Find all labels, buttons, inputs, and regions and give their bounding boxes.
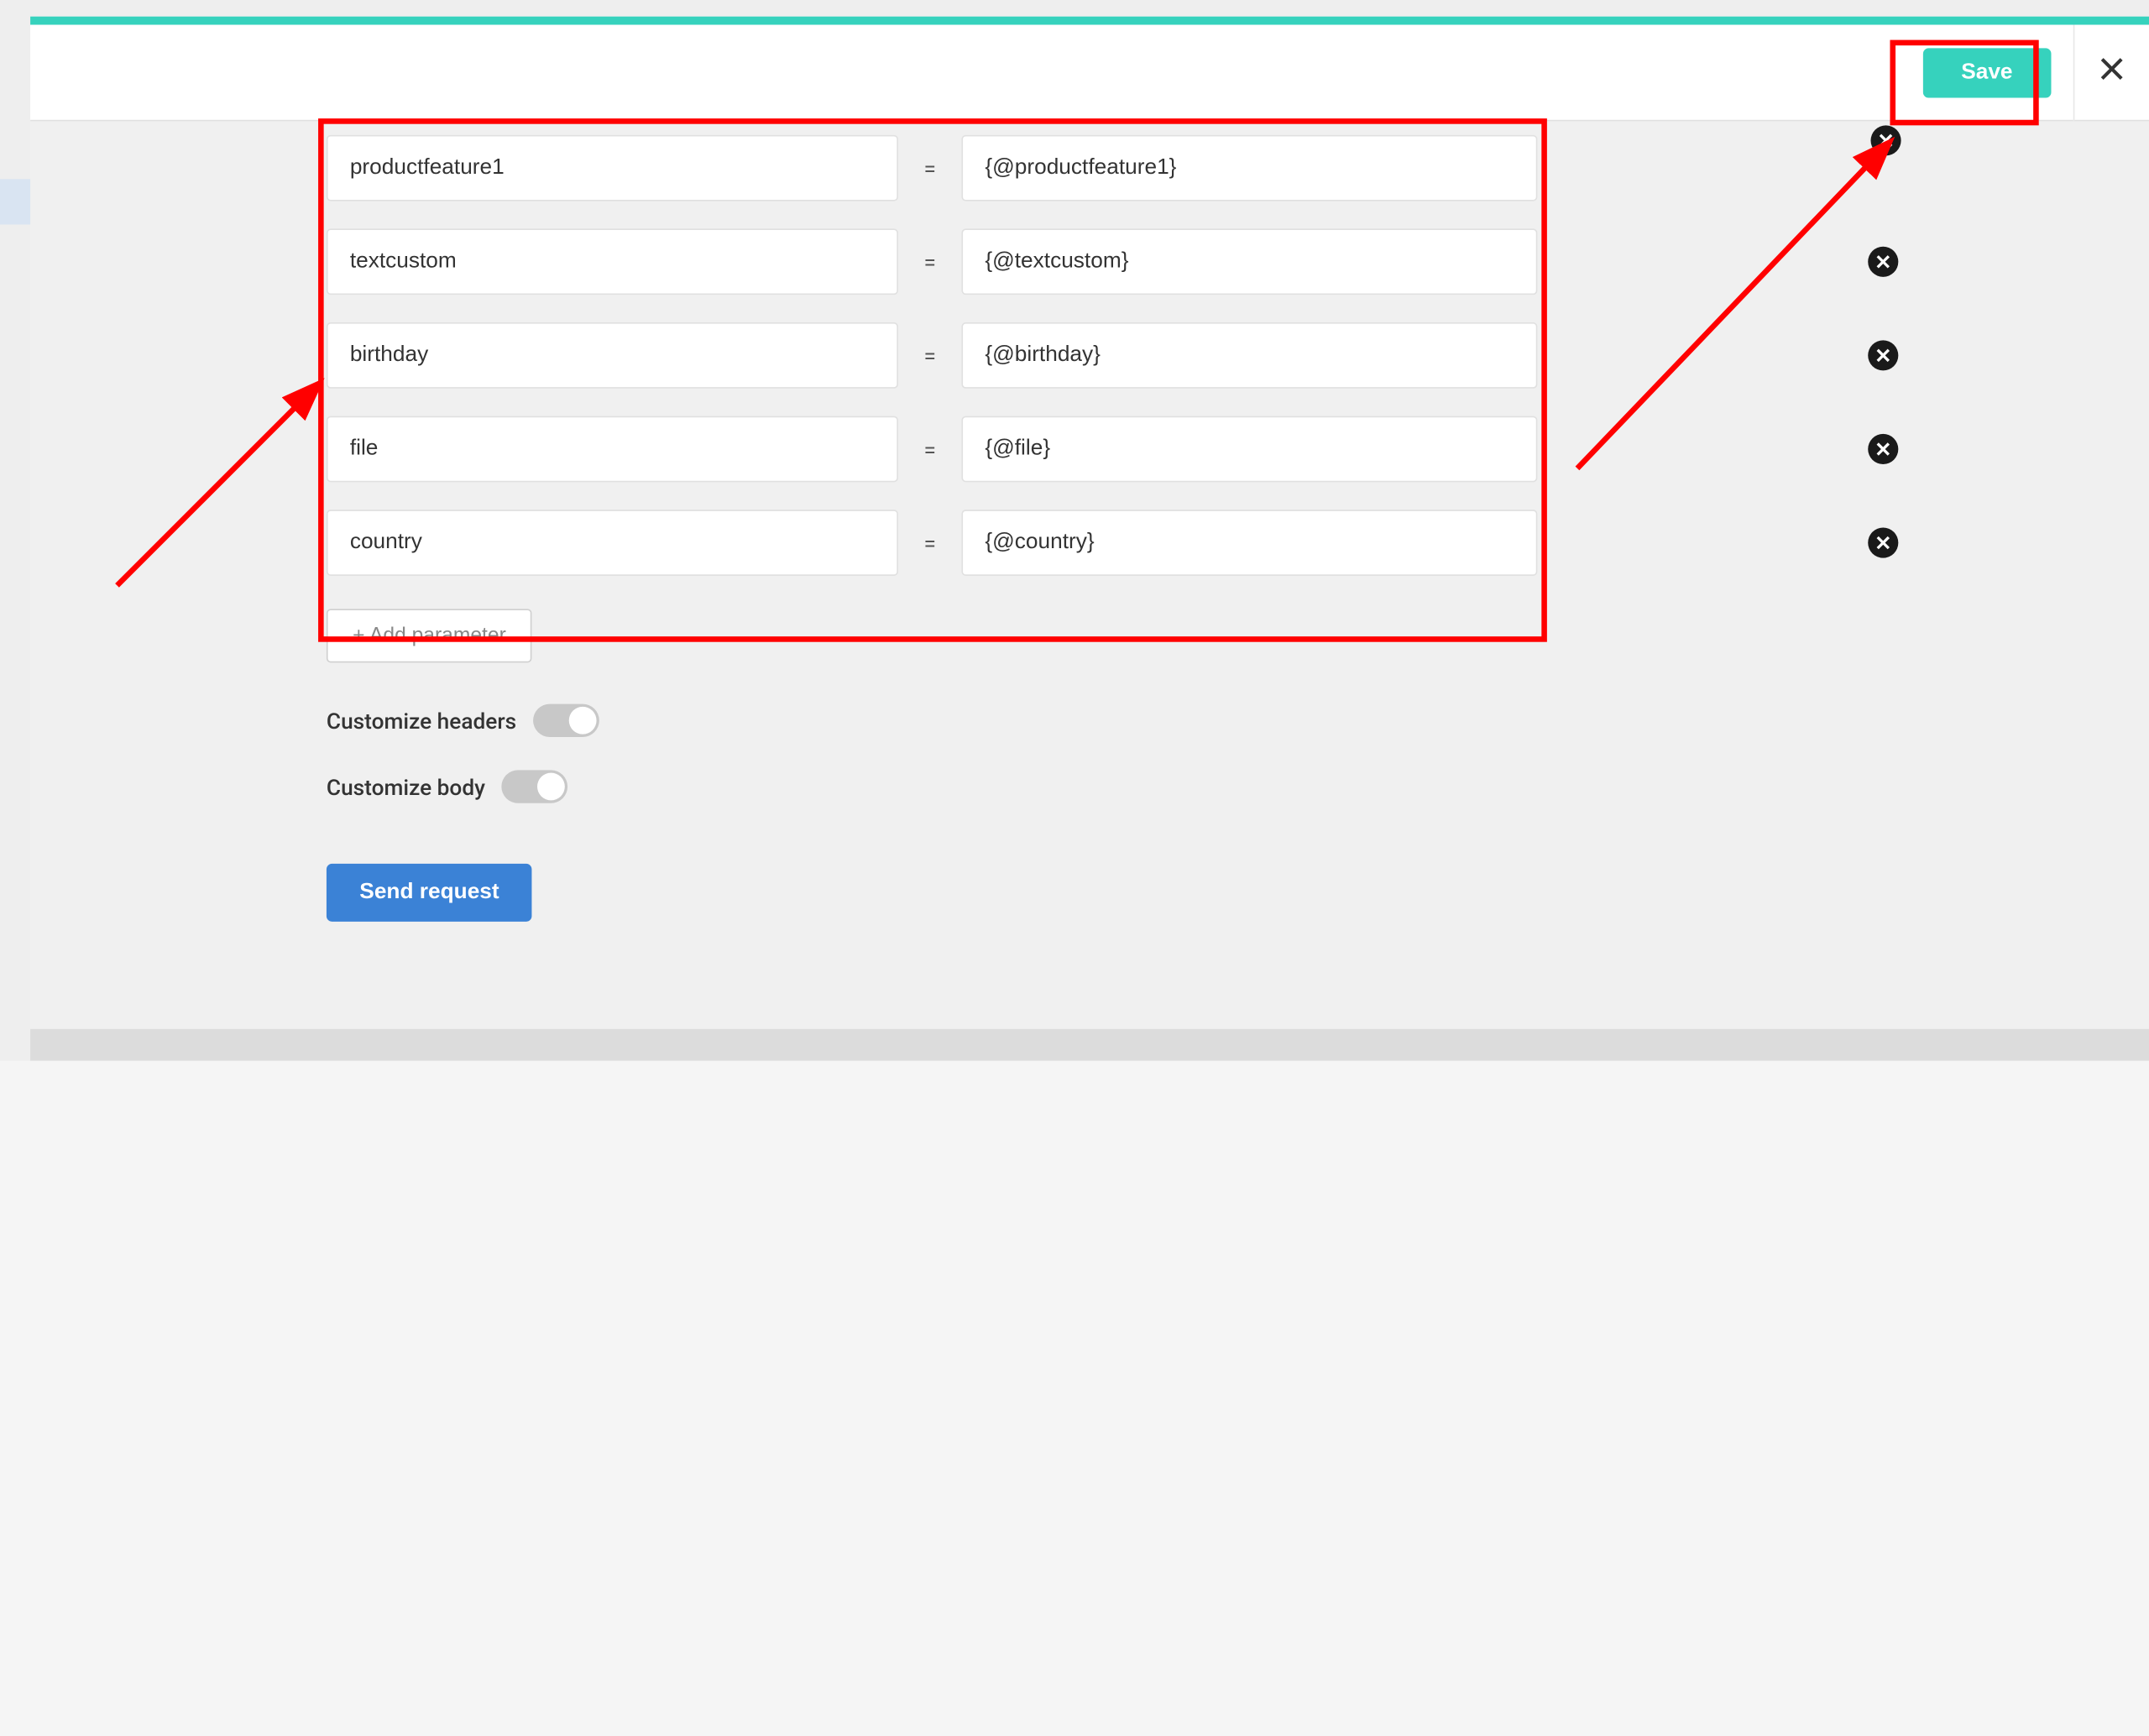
customize-body-row: Customize body <box>327 770 2149 803</box>
parameter-value-input[interactable] <box>961 135 1537 201</box>
equals-sign: = <box>898 342 961 369</box>
modal-top-accent <box>30 17 2149 25</box>
page-wrapper: Save = = <box>0 0 2149 1061</box>
footer-shadow <box>30 1029 2149 1061</box>
send-request-button[interactable]: Send request <box>327 864 532 922</box>
parameter-row: = <box>30 135 2149 201</box>
parameter-key-input[interactable] <box>327 135 898 201</box>
equals-sign: = <box>898 530 961 556</box>
add-parameter-button[interactable]: + Add parameter <box>327 609 532 662</box>
parameter-value-input[interactable] <box>961 322 1537 389</box>
parameter-value-input[interactable] <box>961 510 1537 576</box>
save-button[interactable]: Save <box>1922 48 2051 97</box>
remove-parameter-button[interactable] <box>1868 528 1898 558</box>
parameter-row: = <box>30 416 2149 483</box>
remove-parameter-button[interactable] <box>1868 247 1898 277</box>
customize-body-label: Customize body <box>327 773 485 799</box>
customize-body-toggle[interactable] <box>502 770 568 803</box>
toggle-knob <box>537 773 565 801</box>
remove-parameter-button[interactable] <box>1868 434 1898 464</box>
parameter-key-input[interactable] <box>327 416 898 483</box>
sidebar-stub <box>0 179 30 224</box>
close-button[interactable] <box>2073 24 2149 121</box>
remove-parameter-button[interactable] <box>1868 340 1898 370</box>
parameter-row: = <box>30 228 2149 295</box>
equals-sign: = <box>898 155 961 181</box>
close-icon <box>2099 55 2125 90</box>
parameter-key-input[interactable] <box>327 510 898 576</box>
customize-headers-row: Customize headers <box>327 704 2149 737</box>
toggle-knob <box>569 707 597 735</box>
remove-parameter-button[interactable] <box>1871 125 1901 155</box>
equals-sign: = <box>898 436 961 462</box>
parameter-key-input[interactable] <box>327 228 898 295</box>
modal-header: Save <box>30 25 2149 122</box>
parameter-key-input[interactable] <box>327 322 898 389</box>
customize-headers-toggle[interactable] <box>533 704 599 737</box>
customize-headers-label: Customize headers <box>327 708 516 734</box>
parameter-value-input[interactable] <box>961 416 1537 483</box>
parameters-list: = = = = <box>30 121 2149 576</box>
parameter-row: = <box>30 510 2149 576</box>
equals-sign: = <box>898 248 961 275</box>
modal-content: = = = = <box>30 121 2149 1028</box>
parameter-value-input[interactable] <box>961 228 1537 295</box>
parameter-row: = <box>30 322 2149 389</box>
